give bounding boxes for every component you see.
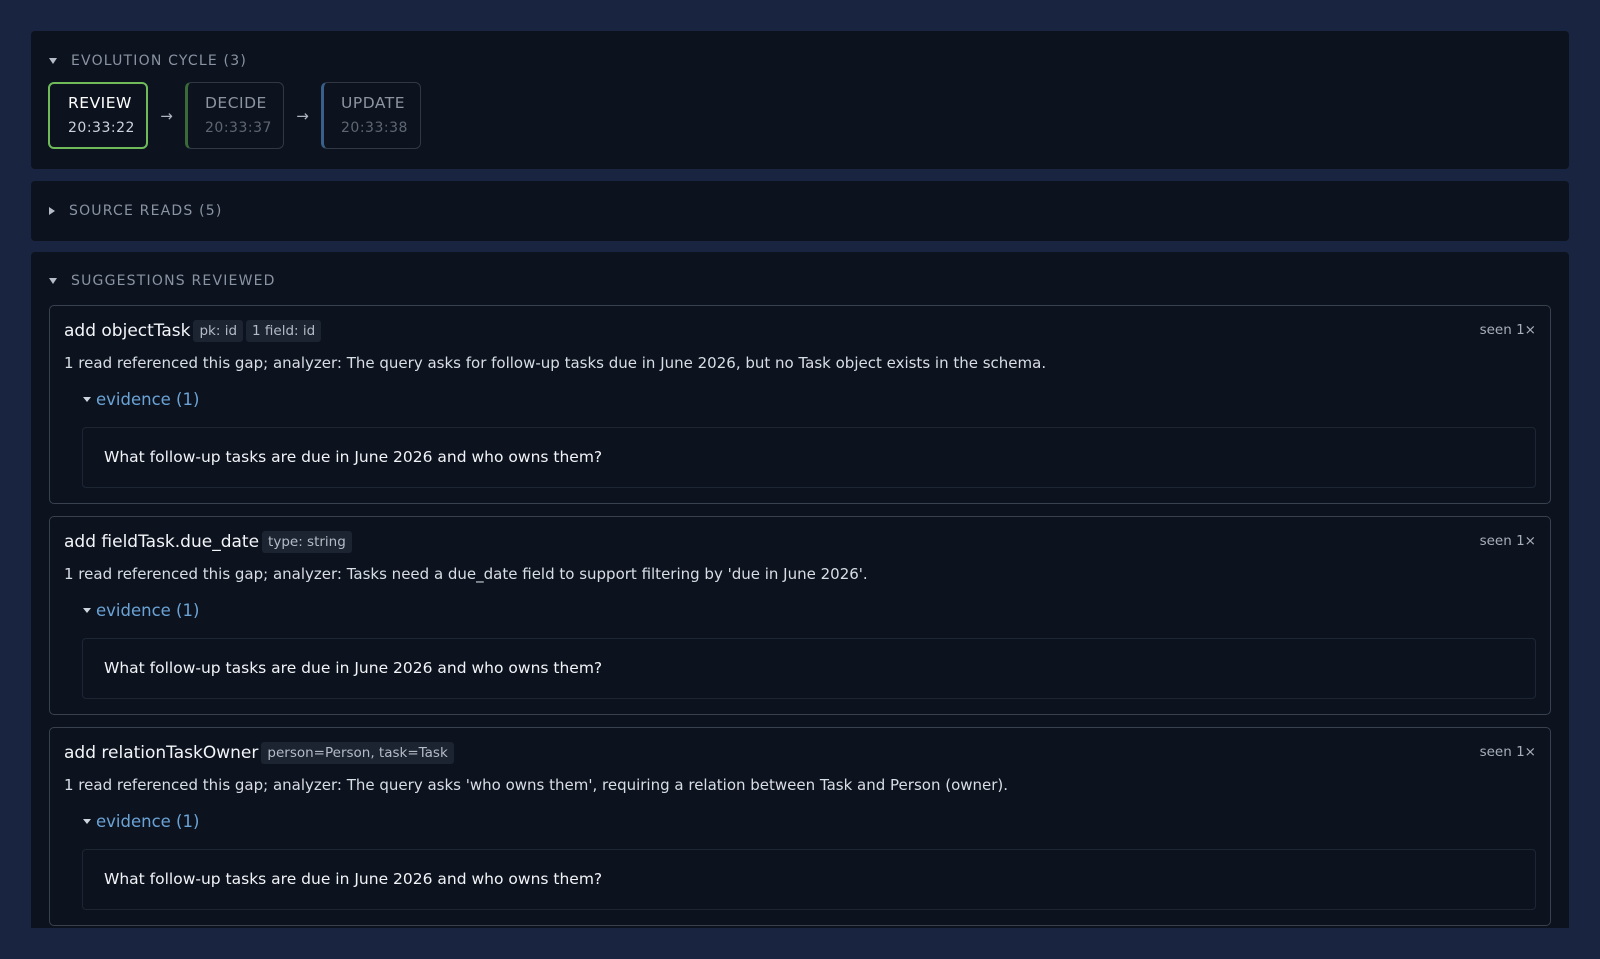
evidence-label: evidence (1) [96, 812, 200, 831]
expand-caret-icon [49, 207, 55, 215]
caret-down-icon [83, 608, 91, 613]
stage-name: DECIDE [205, 94, 267, 112]
suggestion-card: add relationTaskOwner person=Person, tas… [49, 727, 1551, 926]
suggestions-toggle[interactable]: SUGGESTIONS REVIEWED [49, 273, 276, 289]
suggestion-card: add objectTask pk: id 1 field: id seen 1… [49, 305, 1551, 504]
stage-time: 20:33:22 [68, 120, 135, 136]
source-reads-toggle[interactable]: SOURCE READS (5) [49, 203, 223, 219]
suggestion-description: 1 read referenced this gap; analyzer: Ta… [64, 565, 868, 583]
evolution-cycle-header: EVOLUTION CYCLE (3) [71, 53, 247, 69]
stage-pipeline: REVIEW 20:33:22 → DECIDE 20:33:37 → UPDA… [48, 82, 421, 149]
suggestion-card: add fieldTask.due_date type: string seen… [49, 516, 1551, 715]
source-reads-panel: SOURCE READS (5) [31, 181, 1569, 241]
arrow-right-icon: → [160, 106, 173, 125]
suggestion-title: add relationTaskOwner [64, 743, 259, 763]
suggestion-title: add objectTask [64, 321, 191, 341]
evidence-label: evidence (1) [96, 390, 200, 409]
caret-down-icon [83, 397, 91, 402]
evolution-cycle-panel: EVOLUTION CYCLE (3) REVIEW 20:33:22 → DE… [31, 31, 1569, 169]
suggestion-tag: 1 field: id [246, 320, 322, 342]
seen-count: seen 1× [1479, 322, 1536, 338]
evidence-toggle[interactable]: evidence (1) [83, 390, 199, 409]
evolution-cycle-toggle[interactable]: EVOLUTION CYCLE (3) [49, 53, 247, 69]
suggestion-title-row: add objectTask pk: id 1 field: id [64, 320, 322, 342]
stage-time: 20:33:38 [341, 120, 408, 136]
suggestions-panel: SUGGESTIONS REVIEWED add objectTask pk: … [31, 252, 1569, 928]
stage-name: UPDATE [341, 94, 406, 112]
collapse-caret-icon [49, 278, 57, 284]
evidence-quote: What follow-up tasks are due in June 202… [82, 427, 1536, 488]
seen-count: seen 1× [1479, 744, 1536, 760]
suggestions-header: SUGGESTIONS REVIEWED [71, 273, 276, 289]
arrow-right-icon: → [296, 106, 309, 125]
evidence-toggle[interactable]: evidence (1) [83, 601, 199, 620]
evidence-quote: What follow-up tasks are due in June 202… [82, 849, 1536, 910]
suggestion-title-row: add fieldTask.due_date type: string [64, 531, 352, 553]
suggestion-title-row: add relationTaskOwner person=Person, tas… [64, 742, 454, 764]
suggestion-title: add fieldTask.due_date [64, 532, 260, 552]
source-reads-header: SOURCE READS (5) [69, 203, 223, 219]
stage-decide[interactable]: DECIDE 20:33:37 [185, 82, 284, 149]
stage-review[interactable]: REVIEW 20:33:22 [48, 82, 148, 149]
stage-time: 20:33:37 [205, 120, 272, 136]
suggestion-description: 1 read referenced this gap; analyzer: Th… [64, 776, 1009, 794]
collapse-caret-icon [49, 58, 57, 64]
suggestion-description: 1 read referenced this gap; analyzer: Th… [64, 354, 1047, 372]
evidence-quote: What follow-up tasks are due in June 202… [82, 638, 1536, 699]
suggestion-tag: person=Person, task=Task [261, 742, 454, 764]
evidence-label: evidence (1) [96, 601, 200, 620]
stage-name: REVIEW [68, 94, 132, 112]
suggestion-tag: pk: id [193, 320, 244, 342]
seen-count: seen 1× [1479, 533, 1536, 549]
caret-down-icon [83, 819, 91, 824]
suggestion-tag: type: string [262, 531, 352, 553]
evidence-toggle[interactable]: evidence (1) [83, 812, 199, 831]
stage-update[interactable]: UPDATE 20:33:38 [321, 82, 421, 149]
